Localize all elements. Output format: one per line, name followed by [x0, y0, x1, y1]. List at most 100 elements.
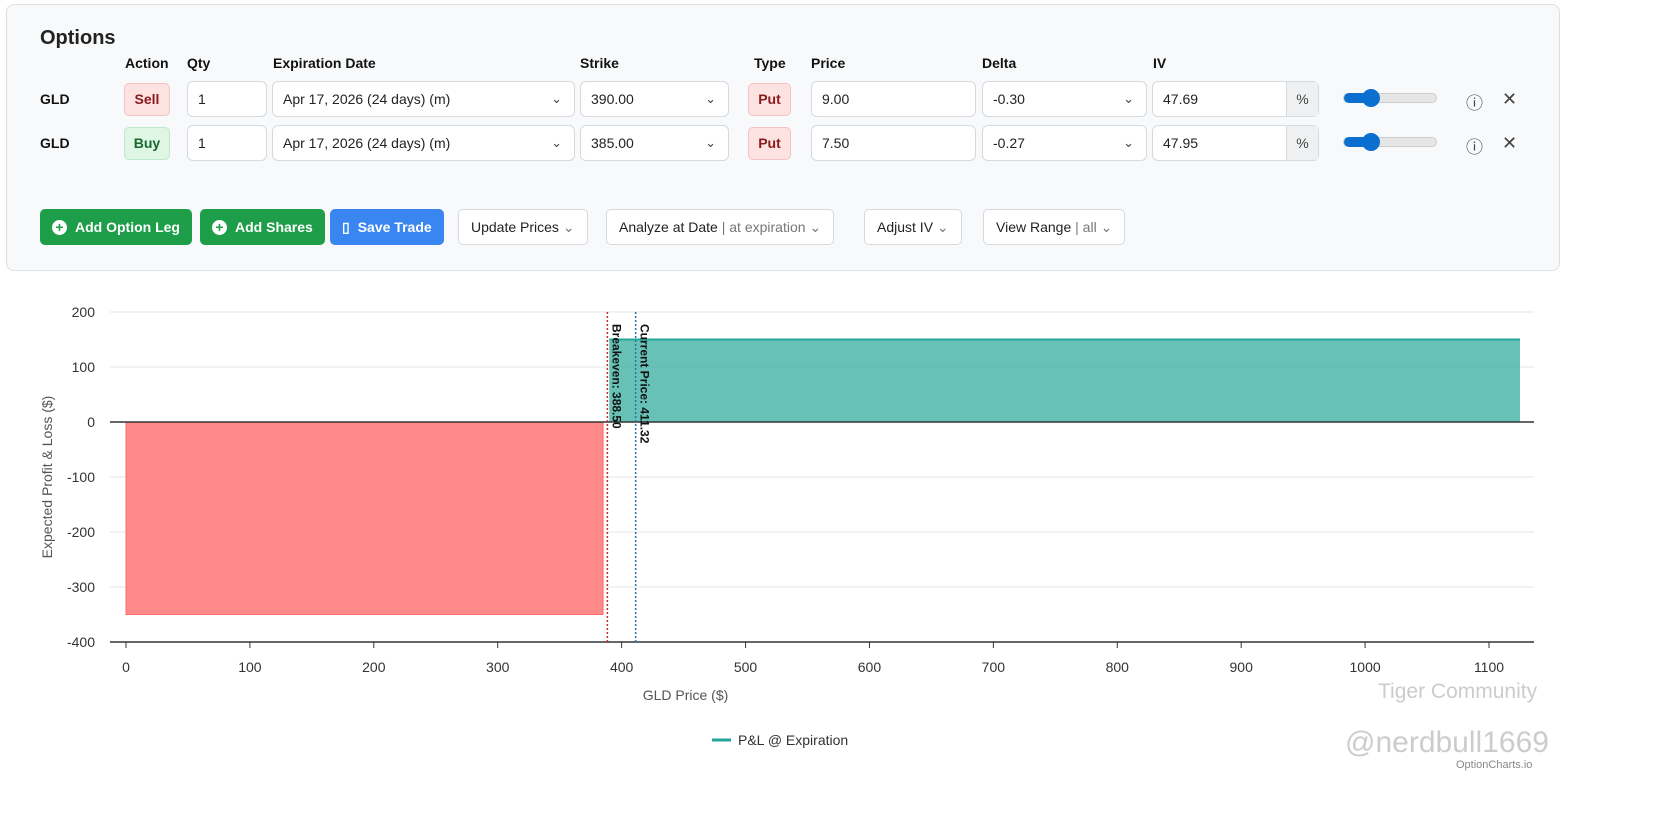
- x-tick-label: 1100: [1474, 659, 1504, 675]
- y-tick-label: -300: [67, 579, 95, 595]
- chevron-down-icon: ⌄: [705, 91, 716, 106]
- adjust-iv-dropdown[interactable]: Adjust IV ⌄: [864, 209, 962, 245]
- chevron-down-icon: ⌄: [1123, 91, 1134, 106]
- analyze-at-date-dropdown[interactable]: Analyze at Date | at expiration ⌄: [606, 209, 835, 245]
- x-tick-label: 200: [362, 659, 386, 675]
- qty-input[interactable]: 1: [187, 81, 267, 117]
- add-shares-label: Add Shares: [235, 219, 313, 235]
- action-toggle[interactable]: Buy: [124, 127, 170, 160]
- header-strike: Strike: [580, 55, 619, 71]
- header-qty: Qty: [187, 55, 211, 71]
- qty-input[interactable]: 1: [187, 125, 267, 161]
- x-tick-label: 400: [610, 659, 634, 675]
- header-action: Action: [125, 55, 169, 71]
- analyze-value: | at expiration: [721, 219, 806, 235]
- update-prices-label: Update Prices: [471, 219, 559, 235]
- close-icon[interactable]: ✕: [1502, 89, 1517, 110]
- x-tick-label: 900: [1230, 659, 1254, 675]
- price-input[interactable]: 9.00: [811, 81, 976, 117]
- watermark-brand: Tiger Community: [1378, 680, 1538, 703]
- delta-value: -0.30: [993, 91, 1025, 107]
- save-trade-button[interactable]: ▯ Save Trade: [330, 209, 444, 245]
- y-tick-label: 100: [72, 359, 96, 375]
- y-axis-label: Expected Profit & Loss ($): [39, 396, 55, 559]
- strike-select[interactable]: 385.00 ⌄: [580, 125, 729, 161]
- view-range-dropdown[interactable]: View Range | all ⌄: [983, 209, 1126, 245]
- price-input[interactable]: 7.50: [811, 125, 976, 161]
- expiration-value: Apr 17, 2026 (24 days) (m): [283, 91, 451, 107]
- slider-handle[interactable]: [1362, 89, 1380, 107]
- watermark-site: OptionCharts.io: [1456, 759, 1533, 771]
- option-leg-row: GLD Buy 1 Apr 17, 2026 (24 days) (m) ⌄ 38…: [7, 125, 1559, 161]
- save-trade-label: Save Trade: [357, 219, 432, 235]
- options-panel: Options Action Qty Expiration Date Strik…: [6, 4, 1560, 271]
- y-tick-label: 200: [72, 304, 96, 320]
- option-leg-row: GLD Sell 1 Apr 17, 2026 (24 days) (m) ⌄ 3…: [7, 81, 1559, 117]
- action-toggle[interactable]: Sell: [124, 83, 170, 116]
- y-tick-label: -100: [67, 469, 95, 485]
- iv-input[interactable]: 47.69%: [1152, 81, 1319, 117]
- add-option-leg-button[interactable]: + Add Option Leg: [40, 209, 192, 245]
- chevron-down-icon: ⌄: [562, 219, 575, 235]
- iv-slider[interactable]: [1343, 133, 1437, 151]
- expiration-select[interactable]: Apr 17, 2026 (24 days) (m) ⌄: [272, 125, 575, 161]
- iv-value: 47.69: [1163, 91, 1199, 107]
- iv-input[interactable]: 47.95%: [1152, 125, 1319, 161]
- chevron-down-icon: ⌄: [551, 91, 562, 106]
- strike-value: 390.00: [591, 91, 634, 107]
- iv-slider[interactable]: [1343, 89, 1437, 107]
- plus-circle-icon: +: [52, 220, 67, 235]
- x-tick-label: 100: [238, 659, 262, 675]
- leg-symbol: GLD: [40, 91, 70, 107]
- header-type: Type: [754, 55, 786, 71]
- delta-value: -0.27: [993, 135, 1025, 151]
- view-range-value: | all: [1075, 219, 1097, 235]
- loss-area: [125, 421, 604, 615]
- y-tick-label: -200: [67, 524, 95, 540]
- legend-label: P&L @ Expiration: [738, 732, 848, 748]
- add-option-leg-label: Add Option Leg: [75, 219, 180, 235]
- info-icon[interactable]: ⓘ: [1466, 133, 1483, 158]
- iv-unit: %: [1286, 126, 1318, 160]
- annotation-label: Current Price: 411.32: [638, 324, 652, 444]
- x-tick-label: 700: [982, 659, 1006, 675]
- bookmark-icon: ▯: [342, 219, 350, 235]
- header-iv: IV: [1153, 55, 1167, 71]
- chevron-down-icon: ⌄: [705, 135, 716, 150]
- x-tick-label: 0: [122, 659, 130, 675]
- plus-circle-icon: +: [212, 220, 227, 235]
- strike-select[interactable]: 390.00 ⌄: [580, 81, 729, 117]
- info-icon[interactable]: ⓘ: [1466, 89, 1483, 114]
- delta-select[interactable]: -0.27 ⌄: [982, 125, 1147, 161]
- options-title: Options: [40, 27, 116, 49]
- analyze-label: Analyze at Date: [619, 219, 718, 235]
- view-range-label: View Range: [996, 219, 1072, 235]
- chevron-down-icon: ⌄: [1100, 219, 1113, 235]
- type-toggle[interactable]: Put: [748, 127, 791, 160]
- expiration-select[interactable]: Apr 17, 2026 (24 days) (m) ⌄: [272, 81, 575, 117]
- x-tick-label: 1000: [1350, 659, 1381, 675]
- adjust-iv-label: Adjust IV: [877, 219, 934, 235]
- iv-unit: %: [1286, 82, 1318, 116]
- x-tick-label: 300: [486, 659, 510, 675]
- watermark-user: @nerdbull1669: [1345, 726, 1549, 759]
- x-tick-label: 500: [734, 659, 758, 675]
- annotation-label: Breakeven: 388.50: [609, 324, 623, 429]
- type-toggle[interactable]: Put: [748, 83, 791, 116]
- add-shares-button[interactable]: + Add Shares: [200, 209, 325, 245]
- header-delta: Delta: [982, 55, 1017, 71]
- header-price: Price: [811, 55, 846, 71]
- x-tick-label: 600: [858, 659, 882, 675]
- x-tick-label: 800: [1106, 659, 1130, 675]
- header-expiration: Expiration Date: [273, 55, 376, 71]
- expiration-value: Apr 17, 2026 (24 days) (m): [283, 135, 451, 151]
- y-tick-label: 0: [87, 414, 95, 430]
- x-axis-label: GLD Price ($): [643, 687, 729, 703]
- iv-value: 47.95: [1163, 135, 1199, 151]
- update-prices-dropdown[interactable]: Update Prices ⌄: [458, 209, 588, 245]
- y-tick-label: -400: [67, 634, 95, 650]
- delta-select[interactable]: -0.30 ⌄: [982, 81, 1147, 117]
- close-icon[interactable]: ✕: [1502, 133, 1517, 154]
- profit-area: [609, 339, 1520, 422]
- slider-handle[interactable]: [1362, 133, 1380, 151]
